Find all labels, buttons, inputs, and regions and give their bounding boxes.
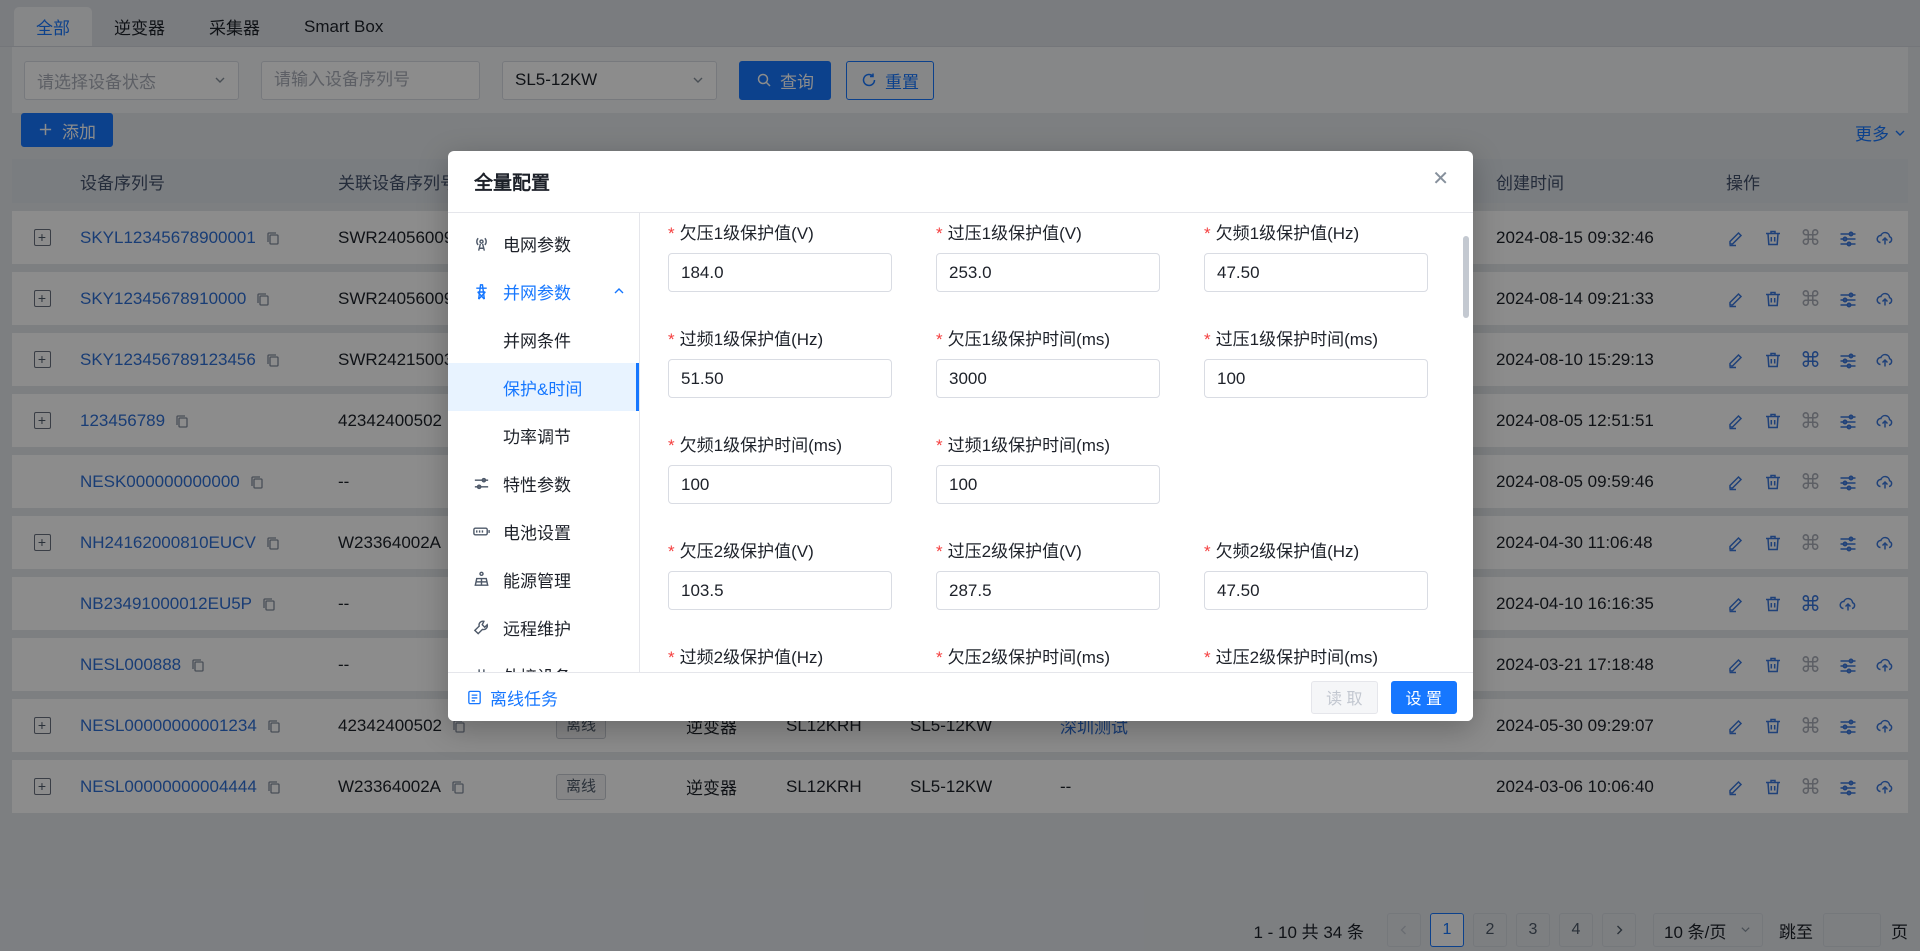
form-field: *欠压1级保护时间(ms) [936,325,1204,398]
field-input[interactable] [668,571,892,610]
menu-item-external-devices[interactable]: 外接设备 [448,651,639,672]
form-field: *欠压2级保护值(V) [668,537,936,610]
form-field: *过压2级保护时间(ms) [1204,643,1472,672]
field-label: 欠频1级保护时间(ms) [680,436,842,455]
menu-item-characteristic-params[interactable]: 特性参数 [448,459,639,507]
menu-item-label: 并网参数 [503,279,571,304]
field-input[interactable] [936,253,1160,292]
modal-header: 全量配置 ✕ [448,151,1473,213]
full-config-modal: 全量配置 ✕ 电网参数 并网参数 并网条件 保护&时间 [448,151,1473,721]
field-label: 欠压1级保护值(V) [680,224,814,243]
form-field: *欠频1级保护时间(ms) [668,431,936,504]
menu-item-grid-params[interactable]: 电网参数 [448,219,639,267]
modal-title: 全量配置 [474,168,550,195]
offline-task-icon [466,689,483,706]
sliders-icon [472,474,491,493]
menu-item-battery-settings[interactable]: 电池设置 [448,507,639,555]
form-field: *过频1级保护时间(ms) [936,431,1204,504]
field-label: 过频1级保护值(Hz) [680,330,824,349]
set-button[interactable]: 设 置 [1391,681,1457,714]
form-field: *欠压1级保护值(V) [668,219,936,292]
field-input[interactable] [668,253,892,292]
menu-item-remote-maintenance[interactable]: 远程维护 [448,603,639,651]
modal-body: 电网参数 并网参数 并网条件 保护&时间 功率调节 特 [448,213,1473,672]
solar-panel-icon [472,570,491,589]
field-input[interactable] [936,571,1160,610]
field-label: 过压1级保护时间(ms) [1216,330,1378,349]
field-label: 过压2级保护时间(ms) [1216,648,1378,667]
power-tower-icon [472,282,491,301]
menu-item-label: 外接设备 [503,663,571,673]
menu-item-label: 能源管理 [503,567,571,592]
offline-task-link[interactable]: 离线任务 [466,685,558,710]
form-field: *欠频2级保护值(Hz) [1204,537,1472,610]
form-field: *过频2级保护值(Hz) [668,643,936,672]
scrollbar-thumb[interactable] [1463,236,1469,318]
menu-item-label: 电池设置 [503,519,571,544]
field-input[interactable] [1204,571,1428,610]
read-button[interactable]: 读 取 [1311,681,1377,714]
menu-item-label: 特性参数 [503,471,571,496]
chevron-up-icon [613,285,625,297]
offline-task-label: 离线任务 [490,685,558,710]
field-input[interactable] [936,465,1160,504]
field-label: 欠频2级保护值(Hz) [1216,542,1360,561]
field-label: 欠压2级保护时间(ms) [948,648,1110,667]
config-menu: 电网参数 并网参数 并网条件 保护&时间 功率调节 特 [448,213,640,672]
battery-icon [472,522,491,541]
field-input[interactable] [936,359,1160,398]
field-input[interactable] [1204,359,1428,398]
protection-form: *欠压1级保护值(V) *过压1级保护值(V) *欠频1级保护值(Hz) *过频… [640,213,1473,672]
menu-item-label: 保护&时间 [503,375,582,400]
field-label: 过频1级保护时间(ms) [948,436,1110,455]
field-label: 过压1级保护值(V) [948,224,1082,243]
menu-item-grid-conditions[interactable]: 并网条件 [448,315,639,363]
form-field: *欠压2级保护时间(ms) [936,643,1204,672]
form-field: *过频1级保护值(Hz) [668,325,936,398]
field-label: 欠频1级保护值(Hz) [1216,224,1360,243]
modal-footer: 离线任务 读 取 设 置 [448,672,1473,721]
form-field: *过压1级保护时间(ms) [1204,325,1472,398]
screen: 全部 逆变器 采集器 Smart Box 请选择设备状态 SL5-12KW 查询… [0,0,1920,951]
field-input[interactable] [668,465,892,504]
field-input[interactable] [668,359,892,398]
menu-item-energy-management[interactable]: 能源管理 [448,555,639,603]
form-field: *过压1级保护值(V) [936,219,1204,292]
menu-item-label: 远程维护 [503,615,571,640]
menu-item-label: 功率调节 [503,423,571,448]
field-input[interactable] [1204,253,1428,292]
wrench-icon [472,618,491,637]
field-label: 过频2级保护值(Hz) [680,648,824,667]
menu-item-protection-time[interactable]: 保护&时间 [448,363,639,411]
menu-item-power-regulation[interactable]: 功率调节 [448,411,639,459]
menu-item-label: 并网条件 [503,327,571,352]
close-icon[interactable]: ✕ [1432,169,1449,189]
field-label: 欠压2级保护值(V) [680,542,814,561]
signal-tower-icon [472,234,491,253]
field-label: 过压2级保护值(V) [948,542,1082,561]
field-label: 欠压1级保护时间(ms) [948,330,1110,349]
form-field: *欠频1级保护值(Hz) [1204,219,1472,292]
form-field: *过压2级保护值(V) [936,537,1204,610]
menu-item-label: 电网参数 [503,231,571,256]
menu-item-grid-connection-params[interactable]: 并网参数 [448,267,639,315]
